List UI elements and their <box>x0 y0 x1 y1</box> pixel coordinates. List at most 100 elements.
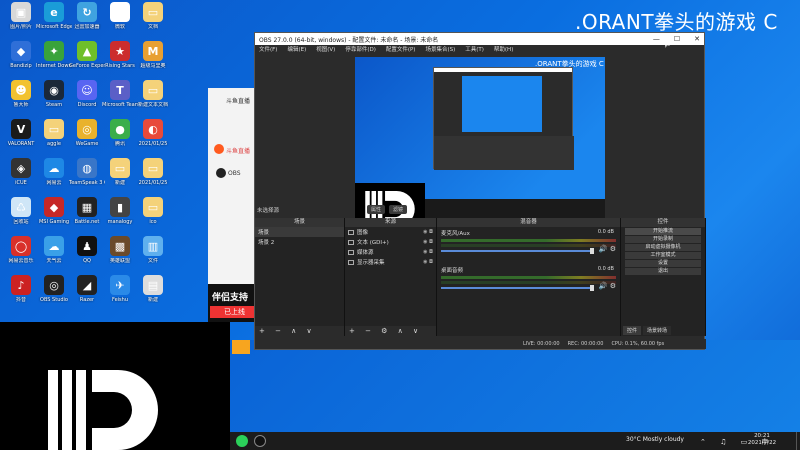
desktop-icon[interactable]: ▭ aggle <box>37 119 71 155</box>
desktop-icon[interactable]: ↻ 迅雷加速器 <box>70 2 104 38</box>
start-streaming-button[interactable]: 开始推流 <box>625 228 701 235</box>
desktop-icon[interactable]: ◯ 网易云音乐 <box>4 236 38 272</box>
menu-scene-collection[interactable]: 场景集合(S) <box>425 45 455 55</box>
menu-view[interactable]: 视图(V) <box>316 45 335 55</box>
gear-icon[interactable]: ⚙ <box>610 245 616 253</box>
desktop-icon[interactable]: ♟ QQ <box>70 236 104 272</box>
weather-widget[interactable]: 30°C Mostly cloudy <box>626 436 684 443</box>
desktop-icon[interactable]: ☁ 天气云 <box>37 236 71 272</box>
source-item[interactable]: 显示器采集 ◉ ◘ <box>345 257 436 267</box>
desktop-icon[interactable]: ◐ 2021/01/25 <box>136 119 170 155</box>
desktop-icon[interactable]: ◆ Bandizip <box>4 41 38 77</box>
start-recording-button[interactable]: 开始录制 <box>625 236 701 243</box>
desktop-icon[interactable]: M 超级马里奥 <box>136 41 170 77</box>
taskbar-clock[interactable]: 20:21 2021/7/22 <box>742 433 782 447</box>
visibility-lock-icons[interactable]: ◉ ◘ <box>423 259 433 265</box>
desktop-icon[interactable]: ☻ 鲁大师 <box>4 80 38 116</box>
speaker-icon[interactable]: 🔊 <box>599 282 608 290</box>
desktop-icon[interactable]: ☁ 网易云 <box>37 158 71 194</box>
obs-taskbar-icon[interactable] <box>254 435 266 447</box>
desktop-icon[interactable]: ▣ 图片/照片 <box>4 2 38 38</box>
menu-help[interactable]: 帮助(H) <box>494 45 513 55</box>
desktop-icon[interactable]: T Microsoft Teams <box>102 80 138 116</box>
exit-button[interactable]: 退出 <box>625 268 701 275</box>
menu-edit[interactable]: 编辑(E) <box>287 45 306 55</box>
preview-desktop-capture: .ORANT拳头的游戏 C <box>355 57 605 199</box>
desktop-icon[interactable]: ☺ Discord <box>70 80 104 116</box>
speaker-icon[interactable]: 🔊 <box>599 245 608 253</box>
menu-file[interactable]: 文件(F) <box>259 45 277 55</box>
desktop-icon[interactable]: ✈ Feishu <box>103 275 137 311</box>
desktop-icon[interactable]: ✦ Internet Download <box>36 41 72 77</box>
menu-docks[interactable]: 停靠部件(D) <box>345 45 376 55</box>
desktop-icon[interactable]: ▦ Battle.net <box>70 197 104 233</box>
desktop-icon[interactable]: ◈ iCUE <box>4 158 38 194</box>
scene-item[interactable]: 场景 2 <box>255 237 344 247</box>
source-item[interactable]: 图像 ◉ ◘ <box>345 227 436 237</box>
desktop-icon[interactable]: ◎ WeGame <box>70 119 104 155</box>
desktop-icon[interactable]: V VALORANT <box>4 119 38 155</box>
minimize-button[interactable]: — <box>653 33 660 45</box>
slider-handle[interactable] <box>590 285 594 291</box>
volume-slider[interactable] <box>441 285 594 291</box>
scenes-dock-toolbar[interactable]: + − ∧ ∨ <box>255 326 344 336</box>
settings-button[interactable]: 设置 <box>625 260 701 267</box>
obs-titlebar[interactable]: OBS 27.0.0 (64-bit, windows) - 配置文件: 未命名… <box>255 33 704 45</box>
douyu-nav-item-obs[interactable]: OBS <box>228 170 241 177</box>
tab-scene-transitions[interactable]: 场景转场 <box>643 326 672 335</box>
app-icon: ▭ <box>143 2 163 22</box>
desktop-icon[interactable]: ▤ 新建 <box>136 275 170 311</box>
scene-item[interactable]: 场景 <box>255 227 344 237</box>
show-desktop-button[interactable] <box>796 432 800 450</box>
controls-dock: 控件 开始推流 开始录制 启动虚拟摄像机 工作室模式 设置 退出 控件 场景转场 <box>621 218 706 336</box>
menu-tools[interactable]: 工具(T) <box>465 45 484 55</box>
desktop-icon[interactable]: ▭ 文档 <box>136 2 170 38</box>
desktop-icon[interactable]: ◎ OBS Studio <box>37 275 71 311</box>
maximize-button[interactable]: ☐ <box>674 33 680 45</box>
desktop-icon[interactable]: ▭ 2021/01/25 <box>136 158 170 194</box>
channel-db: 0.0 dB <box>597 229 614 235</box>
desktop-icon[interactable]: ◢ Razer <box>70 275 104 311</box>
gear-icon[interactable]: ⚙ <box>610 282 616 290</box>
desktop-icon[interactable]: ▥ 文件 <box>136 236 170 272</box>
properties-button[interactable]: 属性 <box>367 205 386 214</box>
close-button[interactable]: ✕ <box>694 33 700 45</box>
desktop-icon[interactable]: ◍ TeamSpeak 3 Client <box>69 158 105 194</box>
monitor-icon <box>348 259 354 265</box>
studio-mode-button[interactable]: 工作室模式 <box>625 252 701 259</box>
source-label: 图像 <box>357 230 369 236</box>
tab-controls[interactable]: 控件 <box>623 326 642 335</box>
desktop-icon[interactable]: ◆ MSI Gaming <box>37 197 71 233</box>
sources-dock-toolbar[interactable]: + − ⚙ ∧ ∨ <box>345 326 436 336</box>
start-virtual-camera-button[interactable]: 启动虚拟摄像机 <box>625 244 701 251</box>
source-item[interactable]: 文本 (GDI+) ◉ ◘ <box>345 237 436 247</box>
volume-slider[interactable] <box>441 248 594 254</box>
desktop-icon[interactable]: ▤ 微软 <box>103 2 137 38</box>
desktop-icon[interactable]: ♺ 回收站 <box>4 197 38 233</box>
desktop-icon[interactable]: ▩ 英雄联盟 <box>103 236 137 272</box>
desktop-icon[interactable]: ★ Rising Stars <box>103 41 137 77</box>
desktop-icon[interactable]: ▲ GeForce Experience <box>69 41 105 77</box>
desktop-icon[interactable]: e Microsoft Edge <box>36 2 72 38</box>
desktop-icon[interactable]: ● 腾讯 <box>103 119 137 155</box>
spotify-taskbar-icon[interactable] <box>236 435 248 447</box>
desktop-icon[interactable]: ▭ ico <box>136 197 170 233</box>
desktop-icon-label: Microsoft Edge <box>36 24 72 30</box>
source-item[interactable]: 媒体源 ◉ ◘ <box>345 247 436 257</box>
app-icon[interactable] <box>232 340 250 354</box>
menu-profile[interactable]: 配置文件(P) <box>386 45 416 55</box>
desktop-icon[interactable]: ♪ 抖音 <box>4 275 38 311</box>
desktop-icon[interactable]: ▮ manalogy <box>103 197 137 233</box>
desktop-icon-label: TeamSpeak 3 Client <box>69 180 105 186</box>
desktop-icon[interactable]: ◉ Steam <box>37 80 71 116</box>
visibility-lock-icons[interactable]: ◉ ◘ <box>423 249 433 255</box>
filters-button[interactable]: 滤镜 <box>389 205 408 214</box>
slider-handle[interactable] <box>590 248 594 254</box>
visibility-lock-icons[interactable]: ◉ ◘ <box>423 229 433 235</box>
douyu-promo-banner[interactable]: 伴侣支持 已上线 <box>208 284 259 322</box>
visibility-lock-icons[interactable]: ◉ ◘ <box>423 239 433 245</box>
desktop-icon[interactable]: ▭ 新建文本文档 <box>136 80 170 116</box>
desktop-icon[interactable]: ▭ 新建 <box>103 158 137 194</box>
source-label: 文本 (GDI+) <box>357 240 389 246</box>
douyu-nav-item[interactable]: 斗鱼直播 <box>220 146 250 155</box>
